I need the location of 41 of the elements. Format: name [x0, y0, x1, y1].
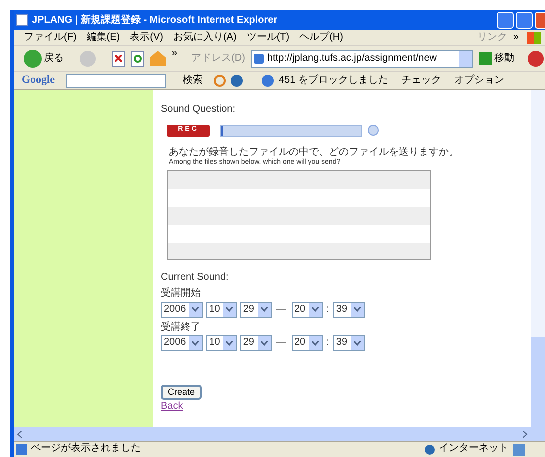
- dropdown[interactable]: 2006: [161, 302, 204, 318]
- dropdown[interactable]: 10: [206, 302, 238, 318]
- dropdown[interactable]: 20: [292, 335, 323, 352]
- section-heading: Current Sound:: [161, 272, 230, 284]
- section-heading: Sound Question:: [161, 104, 236, 116]
- search-button[interactable]: 検索: [183, 73, 203, 88]
- address-label: アドレス(D): [192, 52, 246, 66]
- colon-separator: :: [326, 337, 330, 350]
- options-button[interactable]: オプション: [454, 73, 504, 88]
- dash-separator: —: [276, 304, 286, 316]
- dropdown[interactable]: 10: [206, 335, 238, 352]
- menu-item[interactable]: ヘルプ(H): [300, 30, 344, 45]
- date-label: 受講終了: [161, 322, 202, 334]
- dropdown[interactable]: 2006: [161, 335, 204, 352]
- dropdown[interactable]: 29: [240, 302, 272, 318]
- chevron-icon[interactable]: »: [513, 30, 519, 45]
- check-button[interactable]: チェック: [401, 73, 442, 88]
- window-title: JPLANG | 新規課題登録 - Microsoft Internet Explorer: [32, 13, 278, 28]
- back-link[interactable]: Back: [161, 401, 184, 414]
- chevron-icon[interactable]: »: [172, 46, 178, 61]
- go-button[interactable]: 移動: [479, 51, 514, 66]
- menu-item[interactable]: ツール(T): [246, 30, 290, 45]
- dash-separator: —: [276, 337, 286, 350]
- back-button[interactable]: 戻る: [24, 50, 64, 68]
- menu-item[interactable]: ファイル(F): [24, 30, 77, 45]
- dropdown[interactable]: 39: [333, 335, 365, 352]
- menu-item[interactable]: お気に入り(A): [173, 30, 237, 45]
- date-label: 受講開始: [161, 288, 202, 301]
- menu-item[interactable]: 表示(V): [130, 30, 164, 45]
- dropdown[interactable]: 20: [292, 302, 323, 318]
- dropdown[interactable]: 39: [333, 302, 365, 318]
- status-message: ページが表示されました: [31, 443, 141, 456]
- security-zone: インターネット: [439, 443, 509, 456]
- create-button[interactable]: Create: [161, 385, 202, 400]
- dropdown[interactable]: 29: [240, 335, 272, 352]
- menu-item[interactable]: 編集(E): [86, 30, 120, 45]
- prompt-text: あなたが録音したファイルの中で、どのファイルを送りますか。: [169, 146, 460, 158]
- address-field[interactable]: http://jplang.tufs.ac.jp/assignment/new: [251, 50, 474, 68]
- colon-separator: :: [326, 304, 330, 316]
- google-logo[interactable]: Google: [22, 72, 55, 89]
- popup-blocked-label[interactable]: 451 をブロックしました: [279, 73, 388, 88]
